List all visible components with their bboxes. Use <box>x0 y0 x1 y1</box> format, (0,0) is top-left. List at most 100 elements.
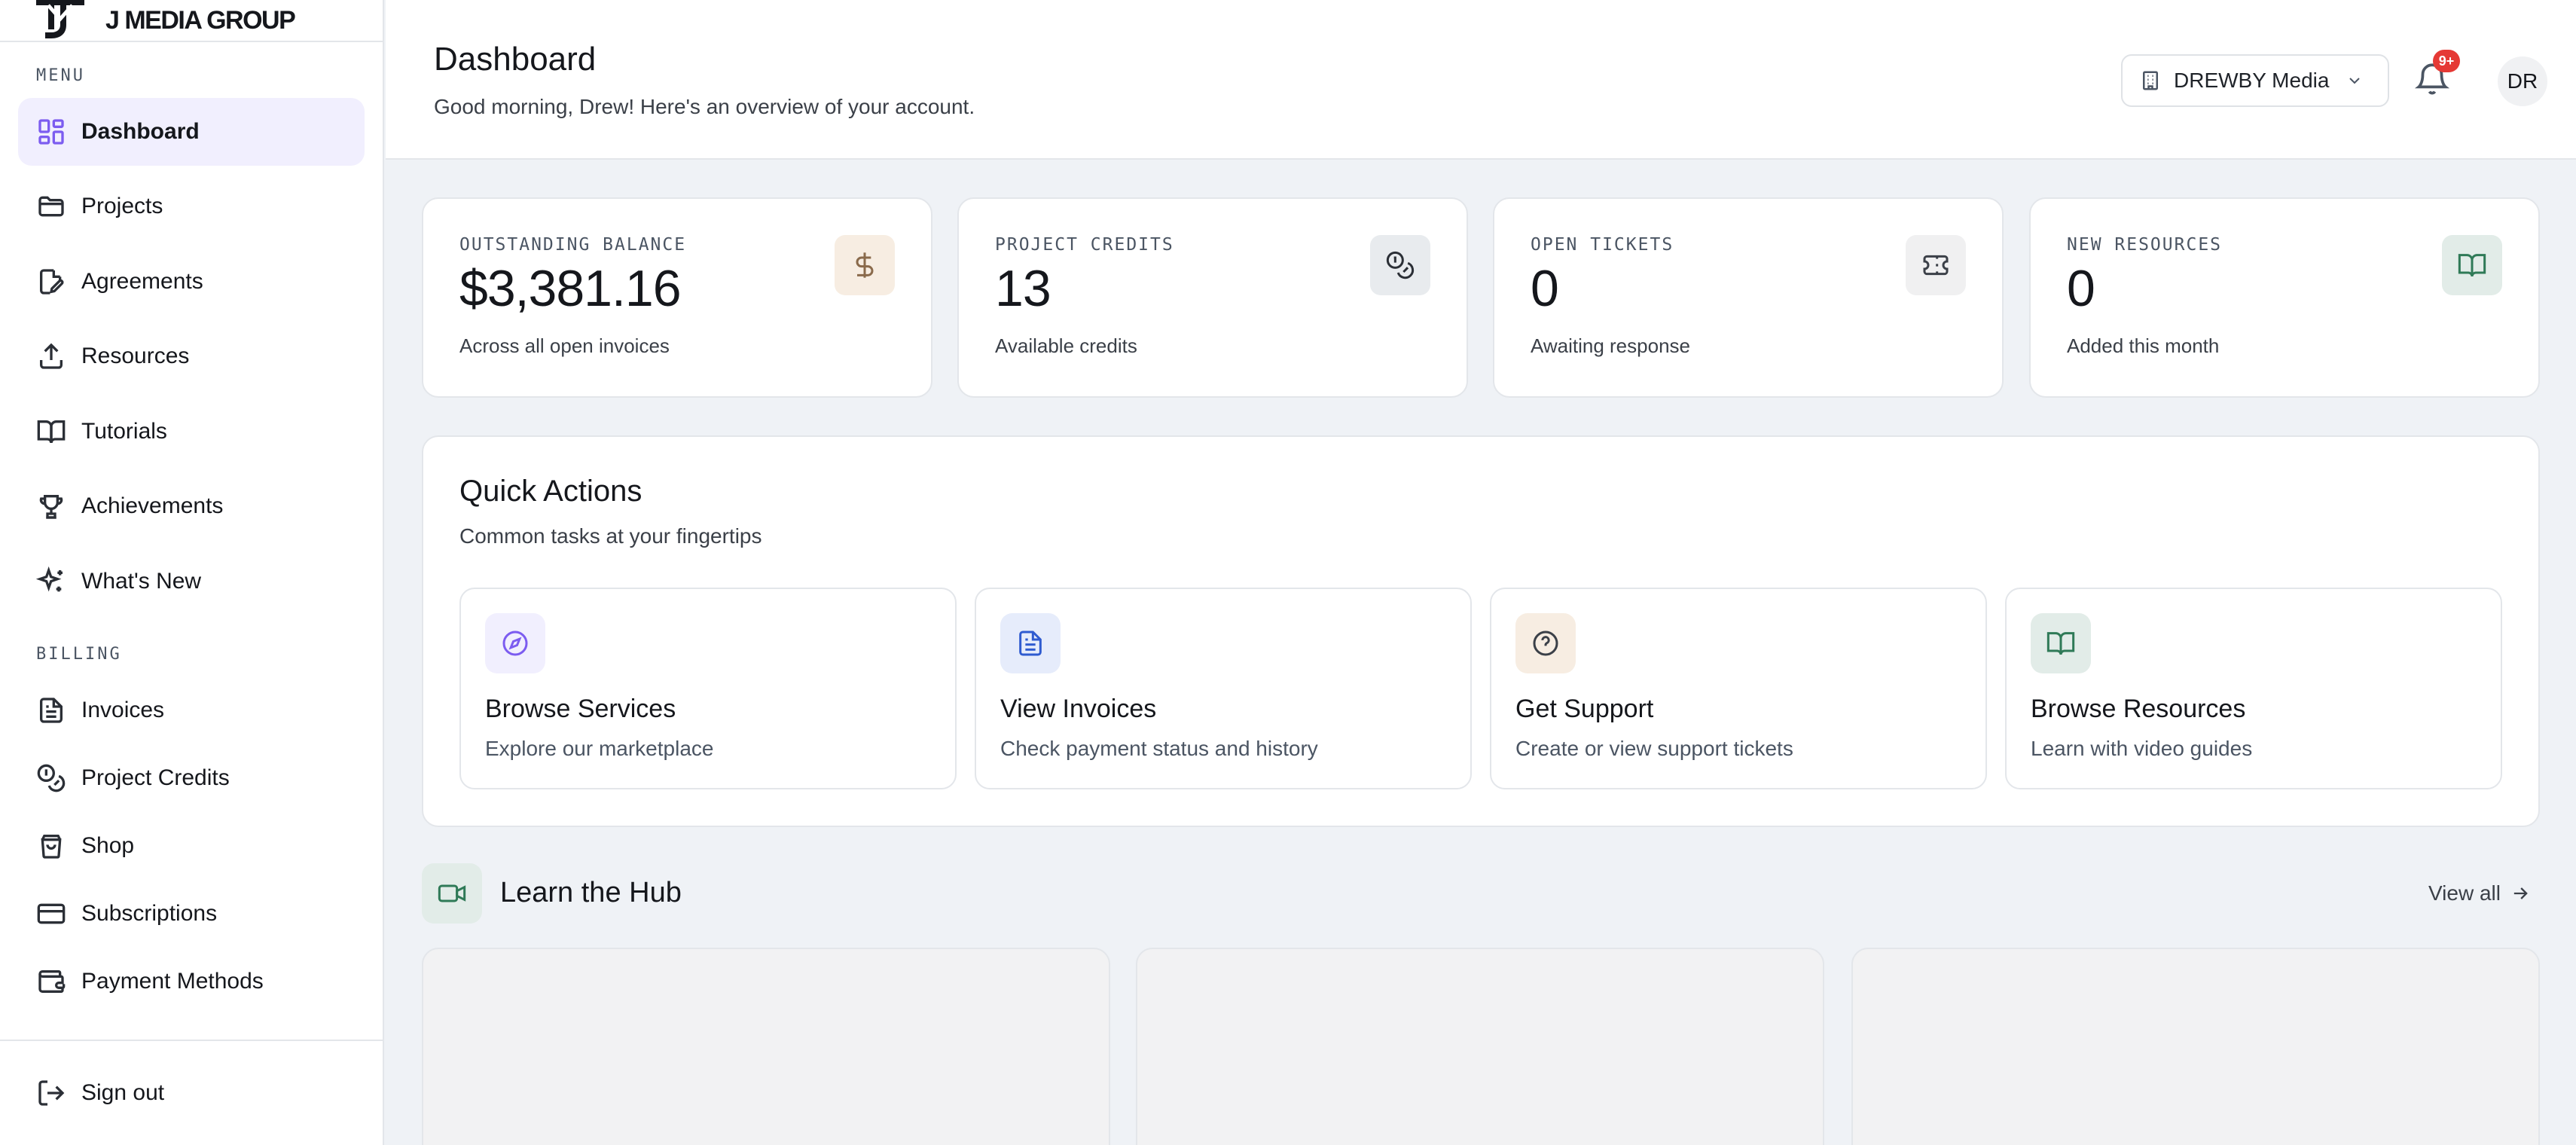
view-all-label: View all <box>2428 881 2501 905</box>
stat-label: PROJECT CREDITS <box>995 235 1174 255</box>
dollar-icon <box>835 235 895 295</box>
sidebar-item-label: Subscriptions <box>81 901 218 926</box>
page-subtitle: Good morning, Drew! Here's an overview o… <box>434 95 975 118</box>
action-description: Check payment status and history <box>1000 737 1318 760</box>
action-title: Browse Resources <box>2031 695 2246 723</box>
sidebar-item-subscriptions[interactable]: Subscriptions <box>18 880 365 948</box>
building-icon <box>2143 71 2158 90</box>
stat-label: NEW RESOURCES <box>2067 235 2223 255</box>
stat-value: $3,381.16 <box>459 260 682 317</box>
stat-label: OUTSTANDING BALANCE <box>459 235 687 255</box>
sidebar-item-label: Invoices <box>81 698 165 722</box>
quick-actions-title: Quick Actions <box>459 475 642 508</box>
trophy-icon <box>39 495 63 519</box>
action-description: Learn with video guides <box>2031 737 2253 760</box>
sidebar-item-invoices[interactable]: Invoices <box>18 676 365 744</box>
menu-section-label: MENU <box>36 66 85 85</box>
dashboard-icon <box>38 119 64 145</box>
billing-section-label: BILLING <box>36 645 122 664</box>
stat-card-project-credits: PROJECT CREDITS 13 Available credits <box>957 197 1468 398</box>
coins-icon <box>37 764 66 792</box>
page-header: Dashboard Good morning, Drew! Here's an … <box>386 0 2576 160</box>
avatar[interactable]: DR <box>2498 56 2547 106</box>
sidebar-item-label: Project Credits <box>81 765 230 790</box>
video-card[interactable] <box>422 948 1110 1145</box>
view-all-link[interactable]: View all <box>2428 881 2531 905</box>
sidebar-item-whats-new[interactable]: What's New <box>18 548 365 615</box>
sign-out-button[interactable]: Sign out <box>18 1059 365 1127</box>
quick-actions-subtitle: Common tasks at your fingertips <box>459 524 762 548</box>
stat-card-new-resources: NEW RESOURCES 0 Added this month <box>2029 197 2540 398</box>
coins-icon <box>1370 235 1430 295</box>
stat-value: 0 <box>2067 260 2095 317</box>
sidebar-item-resources[interactable]: Resources <box>18 322 365 390</box>
sign-out-label: Sign out <box>81 1080 165 1105</box>
organization-name: DREWBY Media <box>2174 69 2330 92</box>
brand[interactable]: J MEDIA GROUP <box>0 0 383 42</box>
sidebar-item-payment-methods[interactable]: Payment Methods <box>18 948 365 1015</box>
sidebar-item-tutorials[interactable]: Tutorials <box>18 398 365 466</box>
stat-caption: Added this month <box>2067 334 2220 357</box>
sidebar-item-label: Dashboard <box>81 119 200 144</box>
organization-select[interactable]: DREWBY Media <box>2121 54 2389 107</box>
stat-value: 13 <box>995 260 1051 317</box>
sidebar-item-shop[interactable]: Shop <box>18 812 365 880</box>
video-card[interactable] <box>1136 948 1824 1145</box>
brand-logo-icon <box>36 0 84 38</box>
stat-card-outstanding-balance: OUTSTANDING BALANCE $3,381.16 Across all… <box>422 197 932 398</box>
stat-caption: Available credits <box>995 334 1137 357</box>
sidebar-item-label: Resources <box>81 344 190 368</box>
action-title: View Invoices <box>1000 695 1157 723</box>
sidebar-item-label: Shop <box>81 833 135 858</box>
sidebar-item-label: Projects <box>81 194 163 218</box>
notification-badge: 9+ <box>2433 50 2460 72</box>
learn-hub-title: Learn the Hub <box>500 877 682 908</box>
folder-icon <box>38 196 64 217</box>
file-text-icon <box>1000 613 1061 673</box>
file-text-icon <box>40 698 63 723</box>
ticket-icon <box>1906 235 1966 295</box>
chevron-down-icon <box>2349 78 2361 84</box>
sidebar-item-label: Tutorials <box>81 419 167 444</box>
view-invoices-action[interactable]: View Invoices Check payment status and h… <box>975 588 1472 789</box>
shopping-bag-icon <box>41 835 62 859</box>
browse-resources-action[interactable]: Browse Resources Learn with video guides <box>2005 588 2502 789</box>
sidebar-item-label: Agreements <box>81 269 203 294</box>
wallet-icon <box>38 970 66 993</box>
sparkles-icon <box>36 566 63 592</box>
stat-caption: Awaiting response <box>1531 334 1690 357</box>
page-title: Dashboard <box>434 41 597 78</box>
book-open-icon <box>2031 613 2091 673</box>
action-description: Create or view support tickets <box>1515 737 1793 760</box>
document-edit-icon <box>40 269 64 295</box>
quick-actions-panel: Quick Actions Common tasks at your finge… <box>422 435 2540 827</box>
notifications-button[interactable]: 9+ <box>2413 50 2460 98</box>
video-card[interactable] <box>1851 948 2540 1145</box>
sidebar-item-label: What's New <box>81 569 202 594</box>
sidebar-item-agreements[interactable]: Agreements <box>18 248 365 316</box>
stat-card-open-tickets: OPEN TICKETS 0 Awaiting response <box>1493 197 2004 398</box>
arrow-right-icon <box>2513 887 2528 899</box>
compass-icon <box>485 613 545 673</box>
stat-label: OPEN TICKETS <box>1531 235 1674 255</box>
brand-name: J MEDIA GROUP <box>105 5 296 35</box>
stat-caption: Across all open invoices <box>459 334 670 357</box>
upload-icon <box>40 343 63 369</box>
sidebar-item-project-credits[interactable]: Project Credits <box>18 744 365 812</box>
book-open-icon <box>2442 235 2502 295</box>
browse-services-action[interactable]: Browse Services Explore our marketplace <box>459 588 957 789</box>
help-circle-icon <box>1515 613 1576 673</box>
get-support-action[interactable]: Get Support Create or view support ticke… <box>1490 588 1987 789</box>
sidebar-item-dashboard[interactable]: Dashboard <box>18 98 365 166</box>
action-title: Get Support <box>1515 695 1654 723</box>
book-open-icon <box>37 420 66 444</box>
sidebar-item-achievements[interactable]: Achievements <box>18 472 365 540</box>
stat-value: 0 <box>1531 260 1559 317</box>
sidebar: J MEDIA GROUP MENU Dashboard Projects Ag… <box>0 0 384 1145</box>
action-description: Explore our marketplace <box>485 737 714 760</box>
log-out-icon <box>38 1080 65 1106</box>
sidebar-item-projects[interactable]: Projects <box>18 173 365 240</box>
sidebar-item-label: Achievements <box>81 493 224 518</box>
video-icon <box>422 863 482 924</box>
action-title: Browse Services <box>485 695 676 723</box>
